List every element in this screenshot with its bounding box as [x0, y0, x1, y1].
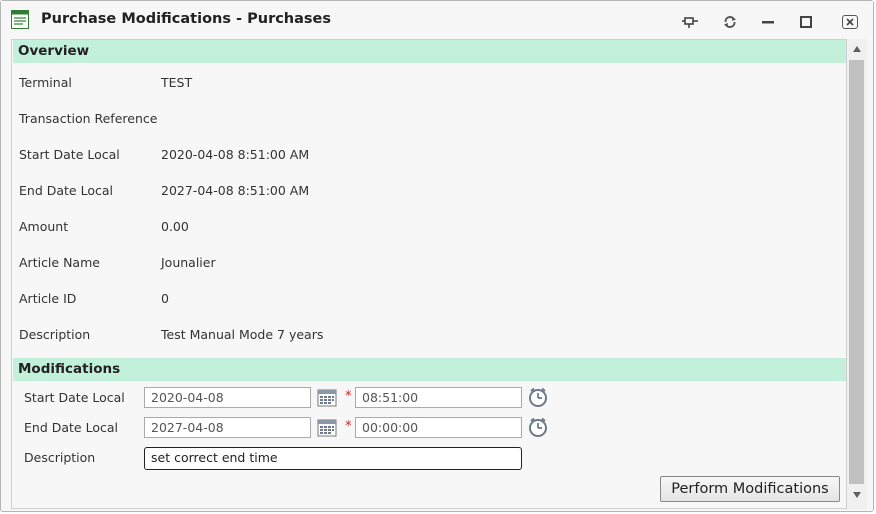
overview-value: 2020-04-08 8:51:00 AM — [161, 147, 310, 162]
overview-value: Test Manual Mode 7 years — [161, 327, 324, 342]
overview-value: 2027-04-08 8:51:00 AM — [161, 183, 310, 198]
scroll-down-button[interactable] — [847, 485, 867, 505]
scroll-up-button[interactable] — [847, 39, 867, 59]
required-indicator: * — [345, 389, 352, 404]
start-time-input[interactable]: 08:51:00 — [355, 387, 522, 408]
minimize-icon — [762, 21, 774, 24]
overview-value: 0 — [161, 291, 169, 306]
vertical-scrollbar[interactable] — [847, 39, 867, 509]
overview-header: Overview — [13, 40, 846, 63]
end-time-input[interactable]: 00:00:00 — [355, 417, 522, 438]
overview-label: Terminal — [19, 75, 72, 90]
maximize-button[interactable] — [797, 13, 815, 31]
modifications-header: Modifications — [13, 358, 846, 381]
required-indicator: * — [345, 419, 352, 434]
title-bar: Purchase Modifications - Purchases — [1, 1, 873, 39]
overview-value: TEST — [161, 75, 193, 90]
overview-label: Description — [19, 327, 91, 342]
document-list-icon — [11, 10, 29, 29]
calendar-icon — [317, 419, 337, 437]
pin-icon — [682, 17, 698, 28]
maximize-icon — [800, 16, 812, 28]
minimize-button[interactable] — [759, 13, 777, 31]
start-date-calendar-button[interactable] — [317, 388, 337, 408]
description-label: Description — [24, 450, 96, 465]
refresh-button[interactable] — [721, 13, 739, 31]
end-date-input[interactable]: 2027-04-08 — [144, 417, 311, 438]
content-panel: Overview Terminal TEST Transaction Refer… — [11, 39, 847, 509]
overview-label: Amount — [19, 219, 69, 234]
description-input[interactable]: set correct end time — [144, 447, 522, 470]
clock-icon — [529, 387, 547, 407]
pin-button[interactable] — [681, 13, 699, 31]
purchase-modifications-window: Purchase Modifications - Purchases Overv… — [0, 0, 874, 512]
scroll-thumb[interactable] — [849, 60, 864, 484]
end-date-calendar-button[interactable] — [317, 418, 337, 438]
overview-value: 0.00 — [161, 219, 189, 234]
end-date-label: End Date Local — [24, 420, 118, 435]
clock-icon — [529, 417, 547, 437]
overview-label: Article ID — [19, 291, 77, 306]
overview-label: Article Name — [19, 255, 100, 270]
start-time-clock-button[interactable] — [528, 387, 548, 407]
close-icon — [842, 15, 858, 29]
chevron-up-icon — [853, 46, 861, 52]
overview-value: Jounalier — [161, 255, 216, 270]
close-button[interactable] — [841, 13, 859, 31]
end-time-clock-button[interactable] — [528, 417, 548, 437]
calendar-icon — [317, 389, 337, 407]
overview-label: Start Date Local — [19, 147, 120, 162]
overview-label: End Date Local — [19, 183, 113, 198]
chevron-down-icon — [853, 492, 861, 498]
overview-label: Transaction Reference — [19, 111, 158, 126]
refresh-icon — [724, 16, 736, 28]
perform-modifications-button[interactable]: Perform Modifications — [660, 476, 840, 502]
start-date-label: Start Date Local — [24, 390, 125, 405]
start-date-input[interactable]: 2020-04-08 — [144, 387, 311, 408]
window-title: Purchase Modifications - Purchases — [41, 11, 332, 27]
